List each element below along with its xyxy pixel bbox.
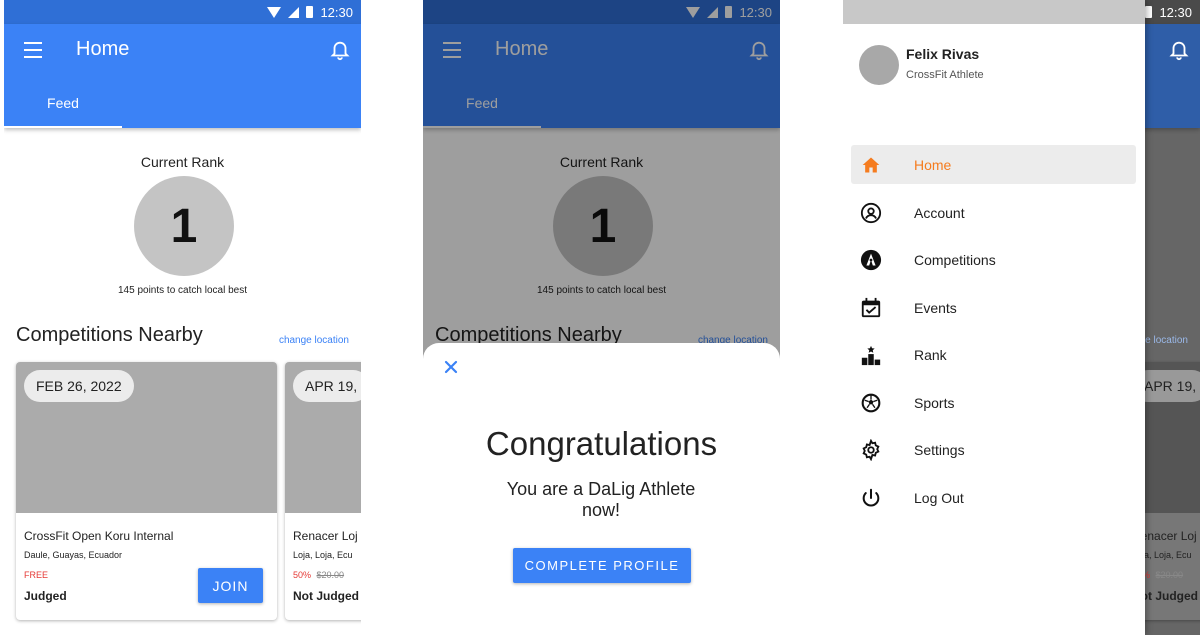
battery-icon [1145,6,1153,18]
complete-profile-button[interactable]: COMPLETE PROFILE [513,548,691,583]
wifi-icon [267,6,282,18]
gear-icon [859,438,883,462]
tab-feed[interactable]: Feed [4,82,122,128]
price-current: FREE [24,570,49,580]
bell-icon[interactable] [329,39,351,61]
congrats-subtitle: You are a DaLig Athlete now! [506,479,696,520]
competitions-icon [859,248,883,272]
close-icon[interactable] [443,359,459,375]
congrats-title: Congratulations [485,425,718,462]
user-name: Felix Rivas [906,46,980,62]
podium-icon [859,343,883,367]
competition-card[interactable]: FEB 26, 2022 CrossFit Open Koru Internal… [16,362,277,620]
battery-icon [306,6,314,18]
drawer-item-label: Account [914,204,965,221]
card-price: FREE [24,570,48,580]
ball-icon [859,391,883,415]
drawer-item-label: Sports [914,394,955,411]
drawer-item-label: Competitions [914,251,996,268]
card-location: Loja, Loja, Ecu [293,550,353,560]
user-role: CrossFit Athlete [906,69,984,81]
card-judging: Judged [24,589,67,603]
drawer-item-settings[interactable]: Settings [851,430,1136,469]
drawer-item-home[interactable]: Home [851,145,1136,184]
status-time: 12:30 [1159,4,1192,20]
avatar[interactable] [859,45,899,85]
rank-badge: 1 [134,176,234,276]
card-judging: Not Judged [293,589,359,603]
card-location: Daule, Guayas, Ecuador [24,550,123,560]
drawer-item-label: Settings [914,441,965,458]
home-icon [859,153,883,177]
home-screen: 12:30 Home Feed Current Rank 1 145 point… [4,0,361,635]
card-image: FEB 26, 2022 [16,362,277,513]
app-bar: Home Feed [4,24,361,128]
section-title: Competitions Nearby [16,324,203,346]
card-date-chip: FEB 26, 2022 [24,370,134,402]
drawer-item-rank[interactable]: Rank [851,335,1136,374]
price-discount: 50% [293,570,312,580]
change-location-link[interactable]: change location [279,335,349,346]
card-image: APR 19, [285,362,361,513]
congratulations-screen: 12:30 Home Feed Current Rank 1 145 point… [423,0,780,635]
calendar-icon [859,296,883,320]
congratulations-sheet: Congratulations You are a DaLig Athlete … [423,343,780,635]
rank-title: Current Rank [140,154,225,170]
price-original: $20.00 [316,570,345,580]
signal-icon [288,6,300,18]
drawer-screen: 12:30 change location APR 19, Renacer Lo… [843,0,1200,635]
drawer-item-events[interactable]: Events [851,288,1136,327]
drawer-item-logout[interactable]: Log Out [851,478,1136,517]
competition-card[interactable]: APR 19, Renacer Loj Loja, Loja, Ecu 50% … [285,362,361,620]
page-title: Home [76,38,130,60]
drawer-item-label: Home [914,156,952,173]
card-date-chip: APR 19, [293,370,361,402]
status-time: 12:30 [320,4,353,20]
drawer-item-label: Log Out [914,489,964,506]
menu-icon[interactable] [24,42,42,58]
account-icon [859,201,883,225]
drawer-item-label: Rank [914,346,947,363]
drawer-status-bar [843,0,1145,24]
status-bar: 12:30 [4,0,361,24]
join-button[interactable]: JOIN [198,568,263,603]
navigation-drawer: Felix Rivas CrossFit Athlete Home Accoun… [843,0,1145,635]
drawer-item-competitions[interactable]: Competitions [851,240,1136,279]
price-original: $20.00 [1155,570,1184,580]
drawer-item-label: Events [914,299,957,316]
card-title: CrossFit Open Koru Internal [24,529,174,543]
rank-points-text: 145 points to catch local best [118,285,247,296]
power-icon [859,486,883,510]
drawer-item-sports[interactable]: Sports [851,383,1136,422]
card-price: 50% $20.00 [293,570,344,580]
bell-icon [1169,41,1189,61]
card-title: Renacer Loj [293,529,358,543]
drawer-item-account[interactable]: Account [851,193,1136,232]
